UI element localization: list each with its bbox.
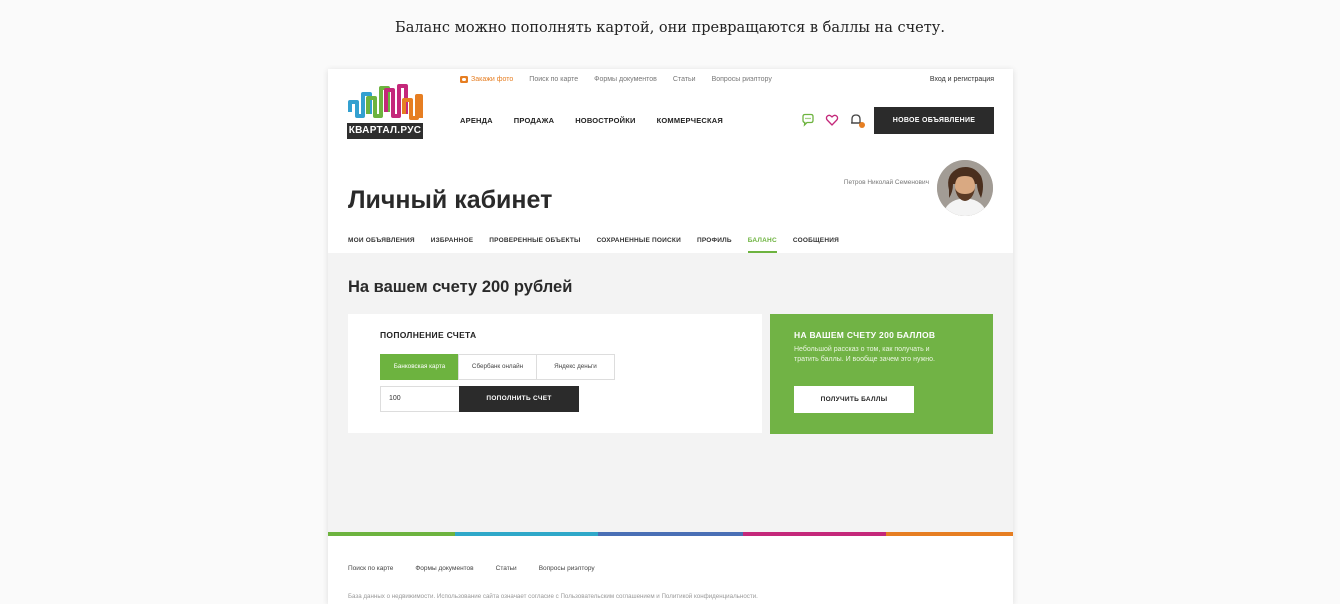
order-photo-link[interactable]: Закажи фото: [460, 76, 513, 83]
user-name: Петров Николай Семенович: [843, 179, 929, 186]
notification-badge: [859, 122, 865, 128]
topup-button[interactable]: ПОПОЛНИТЬ СЧЕТ: [459, 386, 579, 412]
amount-input[interactable]: 100: [380, 386, 460, 412]
page-caption: Баланс можно пополнять картой, они превр…: [395, 20, 945, 36]
page-title: Личный кабинет: [348, 186, 553, 214]
tab-balance[interactable]: БАЛАНС: [747, 237, 777, 253]
main-navigation: АРЕНДА ПРОДАЖА НОВОСТРОЙКИ КОММЕРЧЕСКАЯ: [460, 116, 723, 125]
footer-color-stripe: [328, 532, 1013, 536]
balance-section: На вашем счету 200 рублей ПОПОЛНЕНИЕ СЧЕ…: [328, 253, 1013, 532]
top-nav-documents[interactable]: Формы документов: [594, 76, 657, 83]
tab-my-ads[interactable]: МОИ ОБЪЯВЛЕНИЯ: [348, 237, 415, 253]
top-nav-map-search[interactable]: Поиск по карте: [529, 76, 578, 83]
method-bank-card[interactable]: Банковская карта: [380, 354, 459, 380]
camera-icon: [460, 76, 468, 83]
footer-documents[interactable]: Формы документов: [415, 565, 473, 572]
top-nav-articles[interactable]: Статьи: [673, 76, 696, 83]
nav-rent[interactable]: АРЕНДА: [460, 116, 493, 125]
points-description: Небольшой рассказ о том, как получать и …: [794, 346, 935, 363]
tab-verified-objects[interactable]: ПРОВЕРЕННЫЕ ОБЪЕКТЫ: [489, 237, 580, 253]
tab-favorites[interactable]: ИЗБРАННОЕ: [431, 237, 473, 253]
avatar[interactable]: [937, 160, 993, 216]
chat-icon[interactable]: [801, 113, 815, 127]
heart-icon[interactable]: [825, 113, 839, 127]
login-link[interactable]: Вход и регистрация: [930, 76, 994, 83]
nav-new-buildings[interactable]: НОВОСТРОЙКИ: [575, 116, 635, 125]
method-yandex-money[interactable]: Яндекс деньги: [536, 354, 615, 380]
footer-legal-text: База данных о недвижимости. Использовани…: [348, 593, 758, 600]
bell-icon[interactable]: [849, 113, 865, 128]
balance-title: На вашем счету 200 рублей: [348, 278, 573, 296]
get-points-button[interactable]: ПОЛУЧИТЬ БАЛЛЫ: [794, 386, 914, 413]
cabinet-tabs: МОИ ОБЪЯВЛЕНИЯ ИЗБРАННОЕ ПРОВЕРЕННЫЕ ОБЪ…: [348, 237, 839, 253]
topup-card: ПОПОЛНЕНИЕ СЧЕТА Банковская карта Сберба…: [348, 314, 762, 433]
header-icons: [801, 113, 865, 128]
points-card: НА ВАШЕМ СЧЕТУ 200 БАЛЛОВ Небольшой расс…: [770, 314, 993, 434]
top-nav-realtor-questions[interactable]: Вопросы риэлтору: [712, 76, 772, 83]
site-logo[interactable]: КВАРТАЛ.РУС: [347, 82, 423, 140]
footer-realtor-questions[interactable]: Вопросы риэлтору: [539, 565, 595, 572]
footer-map-search[interactable]: Поиск по карте: [348, 565, 393, 572]
points-title: НА ВАШЕМ СЧЕТУ 200 БАЛЛОВ: [794, 330, 936, 340]
method-sberbank-online[interactable]: Сбербанк онлайн: [458, 354, 537, 380]
tab-messages[interactable]: СООБЩЕНИЯ: [793, 237, 839, 253]
tab-profile[interactable]: ПРОФИЛЬ: [697, 237, 732, 253]
new-ad-button[interactable]: НОВОЕ ОБЪЯВЛЕНИЕ: [874, 107, 994, 134]
payment-method-tabs: Банковская карта Сбербанк онлайн Яндекс …: [380, 354, 615, 380]
screenshot-frame: КВАРТАЛ.РУС Закажи фото Поиск по карте Ф…: [328, 69, 1013, 604]
nav-sale[interactable]: ПРОДАЖА: [514, 116, 554, 125]
topup-title: ПОПОЛНЕНИЕ СЧЕТА: [380, 330, 477, 340]
nav-commercial[interactable]: КОММЕРЧЕСКАЯ: [657, 116, 723, 125]
tab-saved-searches[interactable]: СОХРАНЕННЫЕ ПОИСКИ: [597, 237, 681, 253]
logo-text: КВАРТАЛ.РУС: [347, 123, 423, 139]
top-navigation: Закажи фото Поиск по карте Формы докумен…: [460, 76, 772, 83]
footer-navigation: Поиск по карте Формы документов Статьи В…: [348, 565, 595, 572]
logo-skyline-icon: [348, 84, 423, 120]
footer-articles[interactable]: Статьи: [496, 565, 517, 572]
